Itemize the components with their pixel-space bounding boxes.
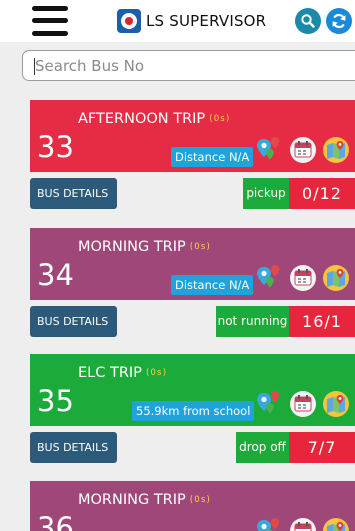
bus-details-button[interactable]: BUS DETAILS — [30, 432, 117, 463]
trip-name: ELC TRIP — [78, 365, 142, 381]
bus-card-header[interactable]: 34 MORNING TRIP (0s) Distance N/A — [30, 228, 355, 300]
location-pins-icon[interactable] — [255, 516, 283, 531]
map-icon[interactable] — [322, 263, 350, 293]
trip-duration: (0s) — [189, 242, 212, 252]
calendar-icon[interactable] — [289, 516, 317, 531]
calendar-icon[interactable] — [289, 389, 317, 419]
brand: LS SUPERVISOR — [117, 9, 266, 33]
trip-name: MORNING TRIP — [78, 492, 186, 508]
status-badge: not running — [216, 306, 289, 337]
search-input[interactable] — [23, 51, 355, 80]
status-badge: drop off — [236, 432, 289, 463]
location-pins-icon[interactable] — [255, 263, 283, 293]
bus-number: 36 — [37, 511, 74, 531]
app-header: LS SUPERVISOR — [0, 0, 355, 42]
map-icon[interactable] — [322, 135, 350, 165]
bus-number: 34 — [37, 258, 74, 292]
trip-duration: (0s) — [189, 495, 212, 505]
trip-title: AFTERNOON TRIP (0s) — [78, 111, 230, 127]
location-pins-icon[interactable] — [255, 135, 283, 165]
calendar-icon[interactable] — [289, 263, 317, 293]
trip-name: MORNING TRIP — [78, 239, 186, 255]
bus-number: 33 — [37, 130, 74, 164]
distance-badge: Distance N/A — [171, 275, 254, 295]
student-count-badge: 0/12 — [289, 178, 355, 209]
hamburger-icon[interactable] — [32, 6, 68, 36]
trip-title: MORNING TRIP (0s) — [78, 492, 211, 508]
distance-badge: Distance N/A — [171, 147, 254, 167]
refresh-button[interactable] — [326, 8, 352, 34]
search-button[interactable] — [295, 8, 321, 34]
bus-card-header[interactable]: 35 ELC TRIP (0s) 55.9km from school — [30, 354, 355, 426]
calendar-icon[interactable] — [289, 135, 317, 165]
trip-title: ELC TRIP (0s) — [78, 365, 167, 381]
bus-number: 35 — [37, 384, 74, 418]
bus-details-button[interactable]: BUS DETAILS — [30, 178, 117, 209]
trip-title: MORNING TRIP (0s) — [78, 239, 211, 255]
bus-card-header[interactable]: 33 AFTERNOON TRIP (0s) Distance N/A — [30, 100, 355, 172]
map-icon[interactable] — [322, 516, 350, 531]
search-icon — [301, 14, 315, 28]
bus-details-button[interactable]: BUS DETAILS — [30, 306, 117, 337]
refresh-icon — [332, 13, 346, 29]
status-badge: pickup — [243, 178, 289, 209]
distance-badge: 55.9km from school — [132, 401, 255, 421]
bus-card-header[interactable]: 36 MORNING TRIP (0s) — [30, 481, 355, 531]
text-cursor — [34, 58, 35, 75]
map-icon[interactable] — [322, 389, 350, 419]
student-count-badge: 7/7 — [289, 432, 355, 463]
location-pins-icon[interactable] — [255, 389, 283, 419]
trip-duration: (0s) — [209, 114, 231, 124]
student-count-badge: 16/1 — [289, 306, 355, 337]
school-logo — [117, 9, 141, 33]
trip-name: AFTERNOON TRIP — [78, 111, 206, 127]
search-box[interactable] — [22, 50, 355, 81]
app-title: LS SUPERVISOR — [146, 12, 267, 30]
trip-duration: (0s) — [145, 368, 168, 378]
